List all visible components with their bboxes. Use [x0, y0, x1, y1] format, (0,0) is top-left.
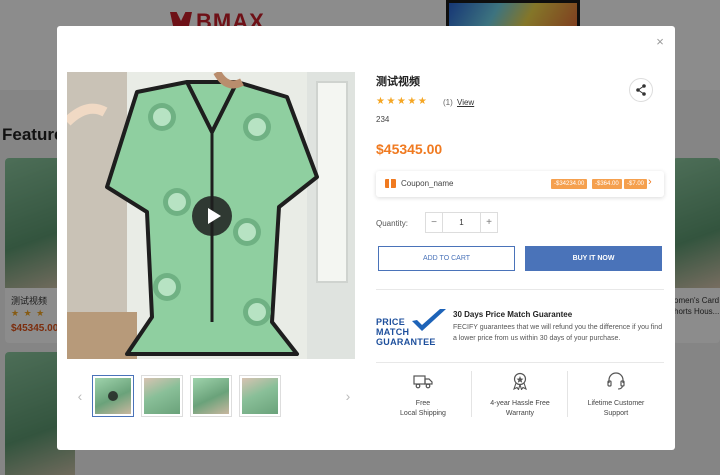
- divider: [376, 362, 664, 363]
- play-video-button[interactable]: [192, 196, 232, 236]
- thumbnail-1[interactable]: [92, 375, 134, 417]
- feature-free-shipping: Free Local Shipping: [375, 372, 471, 419]
- buy-now-button[interactable]: BUY IT NOW: [525, 246, 662, 271]
- feature-support: Lifetime Customer Support: [568, 372, 664, 419]
- quick-view-modal: × ‹ › 测试视频 ★★★★★ (1) View 234 $45345.00 …: [57, 26, 675, 450]
- thumbnail-2[interactable]: [141, 375, 183, 417]
- review-count: (1): [443, 98, 453, 107]
- rating-stars: ★★★★★: [376, 96, 429, 107]
- coupon-name: Coupon_name: [401, 179, 454, 188]
- price-match-description: FECIFY guarantees that we will refund yo…: [453, 324, 663, 342]
- share-icon: [636, 84, 646, 96]
- thumbnail-4[interactable]: [239, 375, 281, 417]
- thumbnails-next-button[interactable]: ›: [342, 388, 354, 404]
- share-button[interactable]: [629, 78, 653, 102]
- price-match-logo: PRICE MATCH GUARANTEE: [376, 307, 448, 347]
- quantity-input[interactable]: 1: [442, 213, 481, 232]
- product-subtitle: 234: [376, 115, 390, 124]
- coupon-gift-icon: [385, 179, 396, 188]
- thumbnail-image: [193, 378, 229, 414]
- thumbnail-image: [95, 378, 131, 414]
- close-button[interactable]: ×: [653, 35, 667, 49]
- medal-icon: [513, 372, 527, 391]
- price-match-title: 30 Days Price Match Guarantee: [453, 310, 573, 319]
- product-main-image[interactable]: [67, 72, 355, 359]
- quantity-stepper: − 1 +: [425, 212, 498, 233]
- add-to-cart-button[interactable]: ADD TO CART: [378, 246, 515, 271]
- thumbnail-3[interactable]: [190, 375, 232, 417]
- video-play-icon: [108, 391, 118, 401]
- coupon-tag: -$364.00: [592, 179, 622, 189]
- coupon-tag: -$34234.00: [551, 179, 588, 189]
- thumbnails-prev-button[interactable]: ‹: [74, 388, 86, 404]
- price-match-logo-text: PRICE: [376, 317, 406, 327]
- feature-label: Free Local Shipping: [400, 400, 446, 417]
- product-price: $45345.00: [376, 141, 443, 157]
- quantity-increment-button[interactable]: +: [481, 213, 497, 232]
- divider: [376, 289, 664, 290]
- quantity-label: Quantity:: [376, 219, 409, 228]
- feature-warranty: 4-year Hassle Free Warranty: [472, 372, 568, 419]
- thumbnail-image: [242, 378, 278, 414]
- quantity-decrement-button[interactable]: −: [426, 213, 442, 232]
- truck-icon: [413, 375, 433, 389]
- play-icon: [207, 208, 221, 224]
- product-title: 测试视频: [376, 76, 420, 88]
- view-reviews-link[interactable]: View: [457, 98, 474, 107]
- coupon-tag: -$7.00: [624, 179, 648, 189]
- coupon-bar[interactable]: Coupon_name -$34234.00 -$364.00 -$7.00 ›: [376, 171, 664, 197]
- chevron-right-icon: ›: [648, 176, 652, 188]
- price-match-logo-text: GUARANTEE: [376, 337, 436, 347]
- headset-icon: [607, 372, 625, 390]
- thumbnail-image: [144, 378, 180, 414]
- feature-label: Lifetime Customer Support: [587, 400, 645, 417]
- checkmark-icon: [412, 309, 446, 331]
- feature-label: 4-year Hassle Free Warranty: [490, 400, 550, 417]
- price-match-logo-text: MATCH: [376, 327, 410, 337]
